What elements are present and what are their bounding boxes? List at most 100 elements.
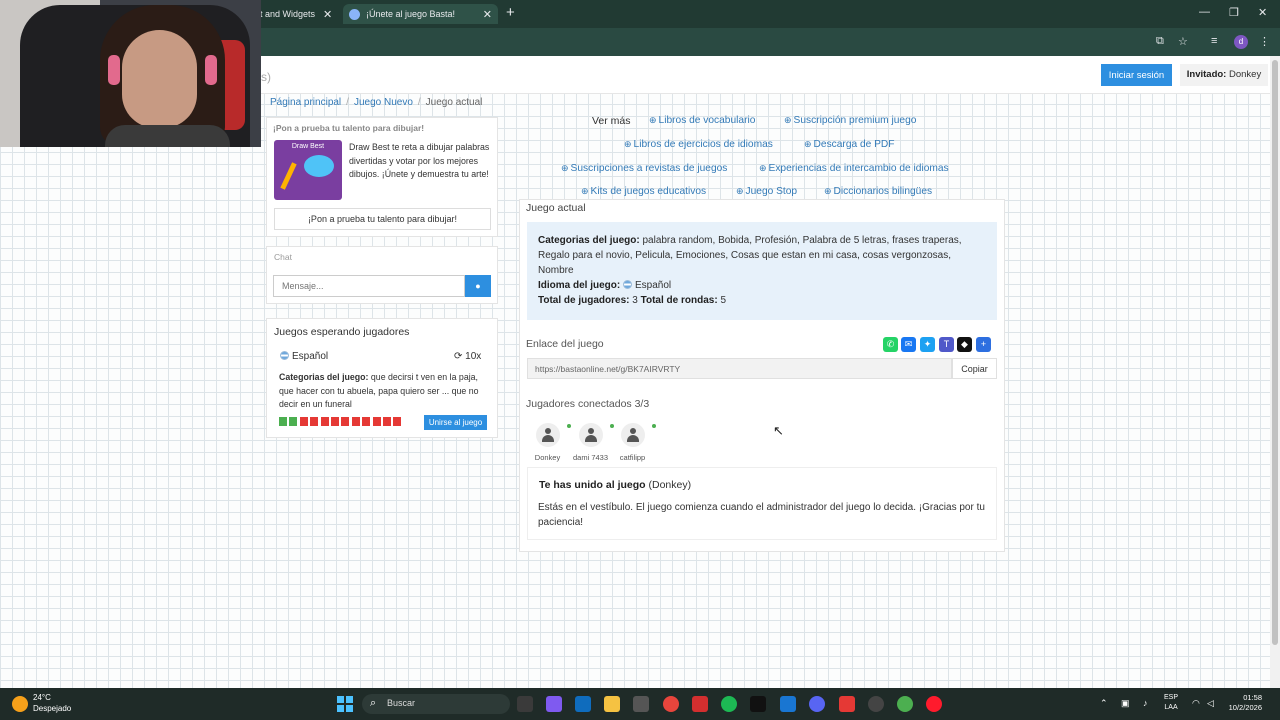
player-name: dami 7433 xyxy=(572,453,609,462)
breadcrumb-current: Juego actual xyxy=(425,97,483,108)
tab-label: ¡Únete al juego Basta! xyxy=(366,9,456,19)
tray-app-icon[interactable]: ▣ xyxy=(1121,698,1130,709)
close-tab-icon[interactable]: ✕ xyxy=(323,8,332,21)
windows-start-icon[interactable] xyxy=(337,696,353,712)
joined-message-box: Te has unido al juego (Donkey) Estás en … xyxy=(527,467,997,540)
close-window-icon[interactable]: ✕ xyxy=(1258,6,1267,19)
site-logo[interactable]: s) xyxy=(261,70,271,84)
link-vocab-books[interactable]: ⊕ Libros de vocabulario xyxy=(649,115,755,126)
twitter-share-icon[interactable]: ✦ xyxy=(920,337,935,352)
wifi-icon[interactable]: ◠ xyxy=(1192,698,1200,709)
link-pdf-download[interactable]: ⊕ Descarga de PDF xyxy=(804,139,895,150)
plus-circle-icon: ⊕ xyxy=(759,163,767,173)
game-language: Idioma del juego: Español xyxy=(538,280,672,291)
more-share-icon[interactable]: + xyxy=(976,337,991,352)
whatsapp-share-icon[interactable]: ✆ xyxy=(883,337,898,352)
breadcrumb-home[interactable]: Página principal xyxy=(270,97,341,108)
globe-icon xyxy=(349,8,360,20)
teams-share-icon[interactable]: T xyxy=(939,337,954,352)
taskbar-search-label: Buscar xyxy=(387,698,416,708)
search-icon: ⌕ xyxy=(370,697,377,709)
copilot-icon[interactable] xyxy=(546,696,562,712)
tray-mic-icon[interactable]: ♪ xyxy=(1143,698,1148,708)
guest-label: Invitado: xyxy=(1186,69,1227,80)
messenger-share-icon[interactable]: ✉ xyxy=(901,337,916,352)
taskbar-search[interactable]: ⌕ Buscar xyxy=(362,694,510,714)
repeat-icon: ⟳ xyxy=(454,351,463,362)
tray-chevron-icon[interactable]: ⌃ xyxy=(1100,698,1108,709)
draw-best-image[interactable]: Draw Best xyxy=(274,140,342,200)
weather-widget[interactable]: 24°C Despejado xyxy=(12,692,102,716)
online-dot xyxy=(651,424,656,428)
snapchat-share-icon[interactable]: ◆ xyxy=(957,337,972,352)
netflix-icon[interactable] xyxy=(692,696,708,712)
link-educational-kits[interactable]: ⊕ Kits de juegos educativos xyxy=(581,186,706,197)
microphone-app-icon[interactable] xyxy=(839,696,855,712)
task-view-icon[interactable] xyxy=(517,696,533,712)
chat-send-button[interactable]: ● xyxy=(465,275,491,297)
chrome-active-icon[interactable] xyxy=(897,696,913,712)
close-tab-icon[interactable]: ✕ xyxy=(483,8,492,21)
settings-icon[interactable] xyxy=(868,696,884,712)
discord-icon[interactable] xyxy=(809,696,825,712)
spotify-icon[interactable] xyxy=(721,696,737,712)
waiting-game-language: Español xyxy=(280,351,328,362)
chat-message-input[interactable] xyxy=(273,275,465,297)
player-empty-icon xyxy=(362,417,371,426)
player-filled-icon xyxy=(289,417,298,426)
argentina-flag-icon xyxy=(280,351,289,360)
plus-circle-icon: ⊕ xyxy=(581,186,589,196)
translate-icon[interactable]: ⧉ xyxy=(1156,35,1164,48)
volume-icon[interactable]: ◁ xyxy=(1207,698,1214,709)
breadcrumb-new-game[interactable]: Juego Nuevo xyxy=(354,97,413,108)
plus-circle-icon: ⊕ xyxy=(804,139,812,149)
connected-players-title: Jugadores conectados 3/3 xyxy=(526,398,650,410)
chrome-icon[interactable] xyxy=(663,696,679,712)
link-language-workbooks[interactable]: ⊕ Libros de ejercicios de idiomas xyxy=(624,139,773,150)
player-item: dami 7433 xyxy=(568,423,614,462)
store-icon[interactable] xyxy=(633,696,649,712)
chat-panel: Chat ● xyxy=(266,246,498,304)
maximize-icon[interactable]: ❐ xyxy=(1229,6,1239,19)
plus-circle-icon: ⊕ xyxy=(624,139,632,149)
draw-promo-button[interactable]: ¡Pon a prueba tu talento para dibujar! xyxy=(274,208,491,230)
login-button[interactable]: Iniciar sesión xyxy=(1101,64,1172,86)
draw-best-image-text: Draw Best xyxy=(291,143,325,150)
tab-basta[interactable]: ¡Únete al juego Basta! ✕ xyxy=(343,4,498,24)
join-game-button[interactable]: Unirse al juego xyxy=(424,415,487,430)
player-name: catfilipp xyxy=(619,453,646,462)
tiktok-icon[interactable] xyxy=(750,696,766,712)
taskbar-clock[interactable]: 01:58 10/2/2026 xyxy=(1222,693,1262,713)
chat-title: Chat xyxy=(274,252,292,262)
opera-icon[interactable] xyxy=(926,696,942,712)
file-explorer-icon[interactable] xyxy=(604,696,620,712)
link-game-magazines[interactable]: ⊕ Suscripciones a revistas de juegos xyxy=(561,163,727,174)
language-indicator[interactable]: ESP LAA xyxy=(1164,693,1178,713)
player-empty-icon xyxy=(372,417,381,426)
scrollbar-thumb[interactable] xyxy=(1272,60,1278,645)
game-link-input[interactable] xyxy=(527,358,952,379)
link-bilingual-dictionaries[interactable]: ⊕ Diccionarios bilingües xyxy=(824,186,932,197)
tab-widgets[interactable]: ot and Widgets ✕ xyxy=(255,4,339,24)
chat-bubble-icon: ● xyxy=(475,281,481,291)
profile-avatar[interactable]: d xyxy=(1234,35,1248,49)
outlook-icon[interactable] xyxy=(575,696,591,712)
plus-circle-icon: ⊕ xyxy=(824,186,832,196)
copy-link-button[interactable]: Copiar xyxy=(952,358,997,379)
player-empty-icon xyxy=(310,417,319,426)
argentina-flag-icon xyxy=(623,280,633,289)
app-icon[interactable] xyxy=(780,696,796,712)
link-language-exchange[interactable]: ⊕ Experiencias de intercambio de idiomas xyxy=(759,163,949,174)
link-premium-subscription[interactable]: ⊕ Suscripción premium juego xyxy=(784,115,916,126)
tab-search-icon[interactable]: ≡ xyxy=(1211,35,1217,47)
link-stop-game[interactable]: ⊕ Juego Stop xyxy=(736,186,797,197)
tab-label: ot and Widgets xyxy=(255,9,316,19)
game-link-label: Enlace del juego xyxy=(526,338,604,350)
minimize-icon[interactable]: — xyxy=(1199,6,1210,18)
plus-circle-icon: ⊕ xyxy=(649,115,657,125)
star-icon[interactable]: ☆ xyxy=(1178,35,1188,48)
plus-circle-icon: ⊕ xyxy=(784,115,792,125)
draw-promo-panel: ¡Pon a prueba tu talento para dibujar! D… xyxy=(266,117,498,237)
menu-icon[interactable]: ⋮ xyxy=(1259,35,1270,48)
new-tab-icon[interactable]: + xyxy=(506,4,515,21)
